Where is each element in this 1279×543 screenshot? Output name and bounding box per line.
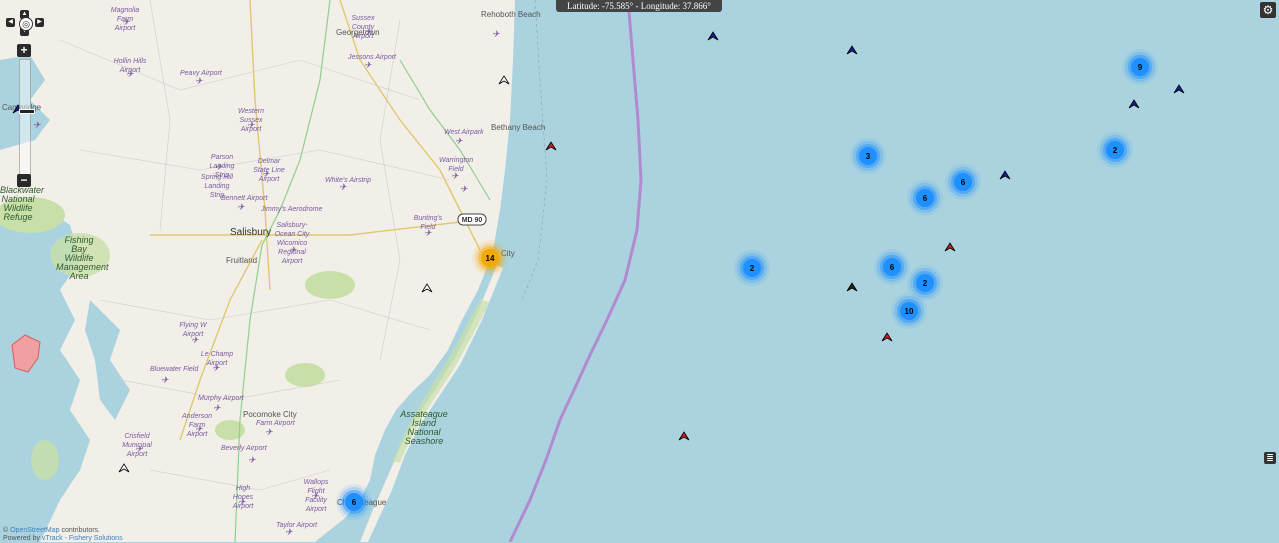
airplane-icon: ✈ <box>492 29 500 39</box>
vessel-icon[interactable] <box>881 332 893 342</box>
label-murphy: Murphy Airport <box>198 395 244 402</box>
label-pocomoke: Pocomoke City <box>243 410 297 419</box>
label-westairpark: West Airpark <box>444 129 484 136</box>
island-patch <box>31 440 59 480</box>
vessel-icon[interactable] <box>421 283 433 293</box>
airplane-icon: ✈ <box>161 375 169 385</box>
vessel-cluster[interactable]: 6 <box>954 173 972 191</box>
zoom-slider-handle[interactable] <box>19 109 35 114</box>
airplane-icon: ✈ <box>339 182 347 192</box>
vessel-icon[interactable] <box>944 242 956 252</box>
gear-icon[interactable]: ⚙ <box>1260 2 1276 18</box>
powered-by-label: Powered by <box>3 535 42 542</box>
label-farm: Farm Airport <box>256 420 295 427</box>
airplane-icon: ✈ <box>451 171 459 181</box>
zoom-out-button[interactable]: − <box>17 174 31 187</box>
osm-link[interactable]: OpenStreetMap <box>10 527 59 534</box>
airplane-icon: ✈ <box>215 162 223 172</box>
airplane-icon: ✈ <box>460 184 468 194</box>
attribution-suffix: contributors. <box>59 527 100 534</box>
pan-left-button[interactable]: ◀ <box>6 18 15 27</box>
airplane-icon: ✈ <box>126 69 134 79</box>
airplane-icon: ✈ <box>364 60 372 70</box>
forest-patch <box>305 271 355 299</box>
coordinate-readout: Latitude: -75.585° - Longitude: 37.866° <box>556 0 722 12</box>
vessel-cluster[interactable]: 10 <box>900 302 918 320</box>
zoom-control: + − <box>17 44 35 188</box>
label-beverly: Beverly Airport <box>221 445 267 452</box>
airplane-icon: ✈ <box>311 491 319 501</box>
airplane-icon: ✈ <box>33 120 41 130</box>
zoom-in-button[interactable]: + <box>17 44 31 57</box>
vessel-cluster[interactable]: 2 <box>1106 141 1124 159</box>
forest-patch-3 <box>215 420 245 440</box>
label-salisbury: Salisbury <box>230 227 272 238</box>
airplane-icon: ✈ <box>265 427 273 437</box>
vessel-cluster[interactable]: 14 <box>481 249 499 267</box>
airplane-icon: ✈ <box>424 228 432 238</box>
airplane-icon: ✈ <box>238 497 246 507</box>
vessel-icon[interactable] <box>846 45 858 55</box>
vessel-icon[interactable] <box>1128 99 1140 109</box>
vessel-icon[interactable] <box>1173 84 1185 94</box>
route-md90-label: MD 90 <box>462 217 483 224</box>
vessel-cluster[interactable]: 9 <box>1131 58 1149 76</box>
airplane-icon: ✈ <box>289 245 297 255</box>
map-canvas[interactable]: MD 90 <box>0 0 1279 542</box>
label-sussex: Sussex County Airport <box>351 15 375 40</box>
airplane-icon: ✈ <box>455 136 463 146</box>
airplane-icon: ✈ <box>135 444 143 454</box>
pan-right-button[interactable]: ▶ <box>35 18 44 27</box>
label-taylor: Taylor Airport <box>276 522 318 529</box>
attribution: © OpenStreetMap contributors. Powered by… <box>3 527 123 543</box>
vessel-cluster[interactable]: 3 <box>859 147 877 165</box>
airplane-icon: ✈ <box>262 169 270 179</box>
vessel-cluster[interactable]: 6 <box>345 493 363 511</box>
pan-control: ▲ ◀ ▶ ▼ ◎ <box>6 10 44 36</box>
vessel-icon[interactable] <box>707 31 719 41</box>
vessel-icon[interactable] <box>118 463 130 473</box>
forest-patch-2 <box>285 363 325 387</box>
label-salisburyregional: Salisbury-Ocean City Wicomico Regional A… <box>274 222 310 265</box>
airplane-icon: ✈ <box>191 335 199 345</box>
vessel-icon[interactable] <box>846 282 858 292</box>
airplane-icon: ✈ <box>195 424 203 434</box>
airplane-icon: ✈ <box>212 363 220 373</box>
vtrack-link[interactable]: vTrack - Fishery Solutions <box>42 535 123 542</box>
label-bluewater: Bluewater Field <box>150 366 199 373</box>
label-whites: White's Airstrip <box>325 177 372 184</box>
label-fishingbay: Fishing Bay Wildlife Management Area <box>56 235 109 281</box>
airplane-icon: ✈ <box>195 76 203 86</box>
zoom-bar[interactable] <box>19 59 35 175</box>
vessel-cluster[interactable]: 6 <box>883 258 901 276</box>
label-bethany: Bethany Beach <box>491 123 546 132</box>
vessel-icon[interactable] <box>545 141 557 151</box>
vessel-icon[interactable] <box>999 170 1011 180</box>
airplane-icon: ✈ <box>248 455 256 465</box>
vessel-icon[interactable] <box>678 431 690 441</box>
label-fruitland: Fruitland <box>226 256 258 265</box>
label-rehoboth: Rehoboth Beach <box>481 10 541 19</box>
airplane-icon: ✈ <box>364 27 372 37</box>
vessel-cluster[interactable]: 2 <box>916 274 934 292</box>
layers-icon[interactable]: ≣ <box>1264 452 1276 464</box>
label-ocean-city: City <box>501 249 515 258</box>
label-blackwater: Blackwater National Wildlife Refuge <box>0 185 45 222</box>
label-jimmys: Jimmy's Aerodrome <box>261 206 323 213</box>
airplane-icon: ✈ <box>237 202 245 212</box>
globe-icon[interactable]: ◎ <box>19 17 33 31</box>
vessel-icon[interactable] <box>498 75 510 85</box>
vessel-cluster[interactable]: 6 <box>916 189 934 207</box>
airplane-icon: ✈ <box>285 527 293 537</box>
airplane-icon: ✈ <box>122 17 130 27</box>
airplane-icon: ✈ <box>247 120 255 130</box>
vessel-cluster[interactable]: 2 <box>743 259 761 277</box>
airplane-icon: ✈ <box>213 403 221 413</box>
label-assateague: Assateague Island National Seashore <box>400 409 448 446</box>
